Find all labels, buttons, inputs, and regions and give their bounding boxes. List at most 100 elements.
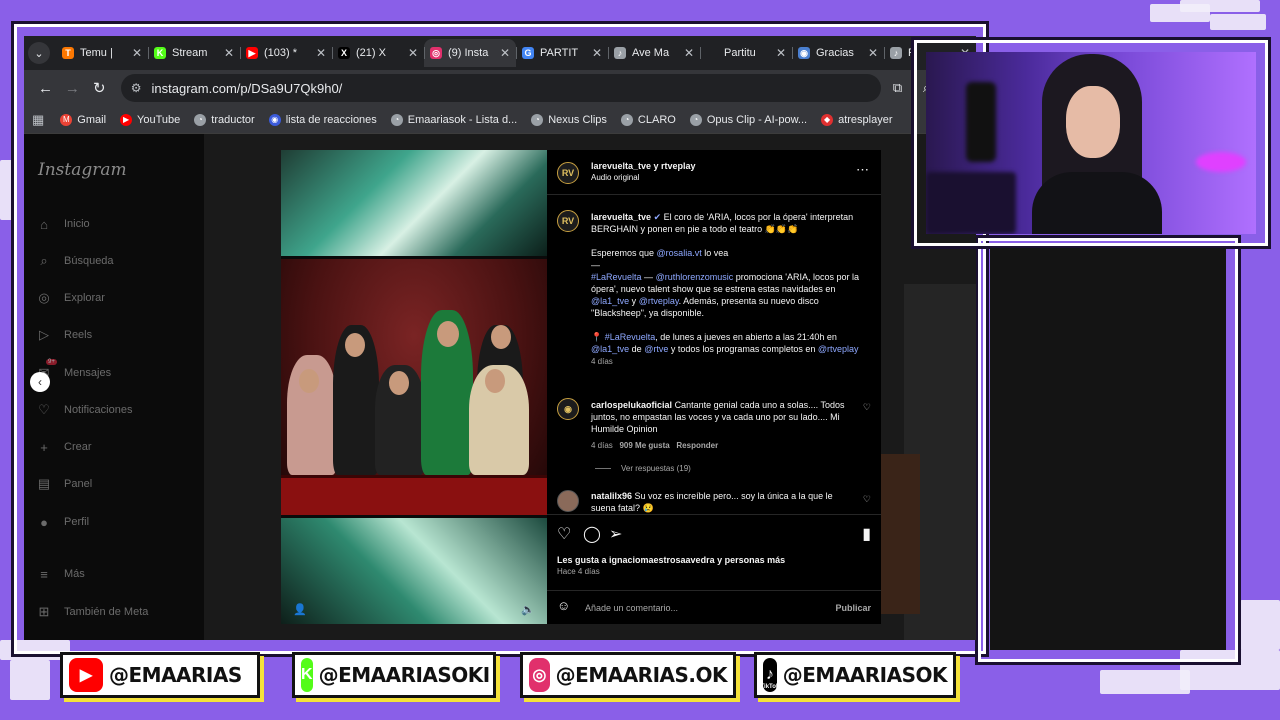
- bookmark-item[interactable]: M Gmail: [60, 113, 106, 126]
- tab-favicon-icon: ◉: [798, 47, 810, 59]
- menu-icon: ≡: [40, 566, 48, 582]
- bookmark-item[interactable]: ▶ YouTube: [120, 113, 181, 126]
- tagged-users-icon[interactable]: 👤: [293, 603, 307, 616]
- bookmark-label: lista de reacciones: [285, 113, 377, 126]
- back-icon[interactable]: ←: [32, 74, 59, 102]
- nav-item[interactable]: ♡ Notificaciones: [36, 402, 132, 418]
- emoji-icon[interactable]: ☺: [557, 599, 570, 612]
- view-replies-button[interactable]: Ver respuestas (19): [595, 463, 691, 475]
- close-icon[interactable]: ✕: [224, 46, 234, 60]
- commenter-avatar[interactable]: [557, 490, 579, 512]
- bookmark-item[interactable]: ◉ lista de reacciones: [268, 113, 377, 126]
- nav-item[interactable]: ⌂ Inicio: [36, 216, 90, 232]
- instagram-logo[interactable]: Instagram: [38, 160, 127, 180]
- tab-search-icon[interactable]: ⌄: [28, 42, 50, 64]
- reload-icon[interactable]: ↻: [86, 74, 113, 102]
- forward-icon[interactable]: →: [59, 74, 86, 102]
- close-icon[interactable]: ✕: [132, 46, 142, 60]
- carousel-prev-button[interactable]: ‹: [30, 372, 50, 392]
- commenter-avatar[interactable]: ◉: [557, 398, 579, 420]
- nav-label: Búsqueda: [64, 255, 114, 267]
- comment-like-icon[interactable]: ♡: [863, 494, 871, 505]
- browser-tab[interactable]: ◉ Gracias ✕: [792, 39, 884, 67]
- kick-icon: K: [301, 658, 313, 692]
- nav-label: Mensajes: [64, 367, 112, 379]
- close-icon[interactable]: ✕: [868, 46, 878, 60]
- bookmark-label: CLARO: [637, 113, 676, 126]
- like-icon[interactable]: ♡: [557, 524, 571, 544]
- comment: natalilx96 Su voz es increíble pero... s…: [591, 491, 833, 513]
- close-icon[interactable]: ✕: [408, 46, 418, 60]
- tab-label: PARTIT: [540, 47, 579, 59]
- tab-label: Temu |: [80, 47, 113, 59]
- bookmark-label: Emaariasok - Lista d...: [407, 113, 518, 126]
- close-icon[interactable]: ✕: [776, 46, 786, 60]
- bookmark-item[interactable]: ◔ Emaariasok - Lista d...: [390, 113, 518, 126]
- browser-tab[interactable]: Partitu ✕: [700, 39, 792, 67]
- post-caption: larevuelta_tve ✔ El coro de 'ARIA, locos…: [591, 212, 860, 366]
- save-icon[interactable]: ▮: [862, 524, 871, 544]
- close-icon[interactable]: ✕: [500, 46, 510, 60]
- browser-tab[interactable]: ◎ (9) Insta ✕: [424, 39, 516, 67]
- comment-like-icon[interactable]: ♡: [863, 402, 871, 413]
- browser-tab[interactable]: T Temu | ✕: [56, 39, 148, 67]
- instagram-sidebar: Instagram ⌂ Inicio ⌕ Búsqueda ◎ Explorar ▷ Reel…: [24, 134, 204, 640]
- post-video[interactable]: 👤 🔈: [281, 150, 547, 624]
- likes-summary[interactable]: Les gusta a ignaciomaestrosaavedra y per…: [557, 554, 785, 566]
- nav-item[interactable]: ▤ Panel: [36, 476, 92, 492]
- post-audio[interactable]: Audio original: [591, 172, 639, 184]
- browser-tab[interactable]: ▶ (103) * ✕: [240, 39, 332, 67]
- bookmark-icon: ▶: [120, 113, 133, 126]
- tab-favicon-icon: ▶: [246, 47, 258, 59]
- close-icon[interactable]: ✕: [316, 46, 326, 60]
- nav-item[interactable]: ▷ Reels: [36, 327, 92, 343]
- apps-icon[interactable]: ▦: [32, 112, 44, 128]
- caption-avatar[interactable]: RV: [557, 210, 579, 232]
- close-icon[interactable]: ✕: [592, 46, 602, 60]
- bookmark-item[interactable]: ◔ CLARO: [620, 113, 676, 126]
- install-app-icon[interactable]: ⧉: [885, 75, 910, 101]
- browser-tab[interactable]: K Stream ✕: [148, 39, 240, 67]
- site-settings-icon[interactable]: ⚙: [131, 81, 142, 95]
- bookmark-label: YouTube: [137, 113, 181, 126]
- bookmark-label: atresplayer: [838, 113, 893, 126]
- volume-icon[interactable]: 🔈: [521, 603, 535, 616]
- tab-favicon-icon: T: [62, 47, 74, 59]
- publish-button[interactable]: Publicar: [835, 602, 871, 614]
- nav-item[interactable]: ⌕ Búsqueda: [36, 253, 114, 269]
- dashboard-icon: ▤: [37, 476, 51, 491]
- nav-item[interactable]: ⊞ También de Meta: [36, 604, 149, 620]
- post-author[interactable]: larevuelta_tve y rtveplay: [591, 160, 696, 172]
- reply-button[interactable]: Responder: [676, 441, 718, 450]
- social-handle-instagram: ◎ @EMAARIAS.OK: [520, 652, 736, 698]
- tab-label: Gracias: [816, 47, 854, 59]
- bookmark-icon: M: [60, 113, 73, 126]
- bookmark-item[interactable]: ◔ Opus Clip - AI-pow...: [689, 113, 807, 126]
- post-details: RV larevuelta_tve y rtveplay Audio origi…: [547, 150, 881, 624]
- comment-icon[interactable]: ◯: [583, 524, 601, 544]
- post-author-avatar[interactable]: RV: [557, 162, 579, 184]
- address-bar[interactable]: ⚙ instagram.com/p/DSa9U7Qk9h0/: [120, 74, 882, 102]
- bookmark-item[interactable]: ◆ atresplayer: [821, 113, 893, 126]
- bookmark-icon: ◔: [194, 113, 207, 126]
- close-icon[interactable]: ✕: [684, 46, 694, 60]
- share-icon[interactable]: ➢: [609, 524, 622, 544]
- browser-tab[interactable]: ♪ Ave Ma ✕: [608, 39, 700, 67]
- comment-input[interactable]: Añade un comentario...: [585, 602, 678, 614]
- tab-favicon-icon: [706, 47, 718, 59]
- home-icon: ⌂: [40, 216, 48, 232]
- search-icon: ⌕: [40, 253, 48, 268]
- nav-item[interactable]: + Crear: [36, 439, 91, 455]
- nav-item[interactable]: ● Perfil: [36, 514, 89, 530]
- bookmark-item[interactable]: ◔ Nexus Clips: [531, 113, 607, 126]
- tab-label: Ave Ma: [632, 47, 670, 59]
- bookmark-item[interactable]: ◔ traductor: [194, 113, 255, 126]
- nav-item[interactable]: ◎ Explorar: [36, 290, 105, 306]
- nav-item[interactable]: ≡ Más: [36, 566, 85, 582]
- social-handle-text: @EMAARIASOKI: [318, 663, 491, 687]
- nav-label: Perfil: [64, 516, 90, 528]
- browser-tab[interactable]: G PARTIT ✕: [516, 39, 608, 67]
- browser-toolbar: ← → ↻ ⚙ instagram.com/p/DSa9U7Qk9h0/ ⧉ ⌕…: [24, 70, 976, 106]
- browser-tab[interactable]: X (21) X ✕: [332, 39, 424, 67]
- more-options-icon[interactable]: ⋯: [856, 163, 869, 176]
